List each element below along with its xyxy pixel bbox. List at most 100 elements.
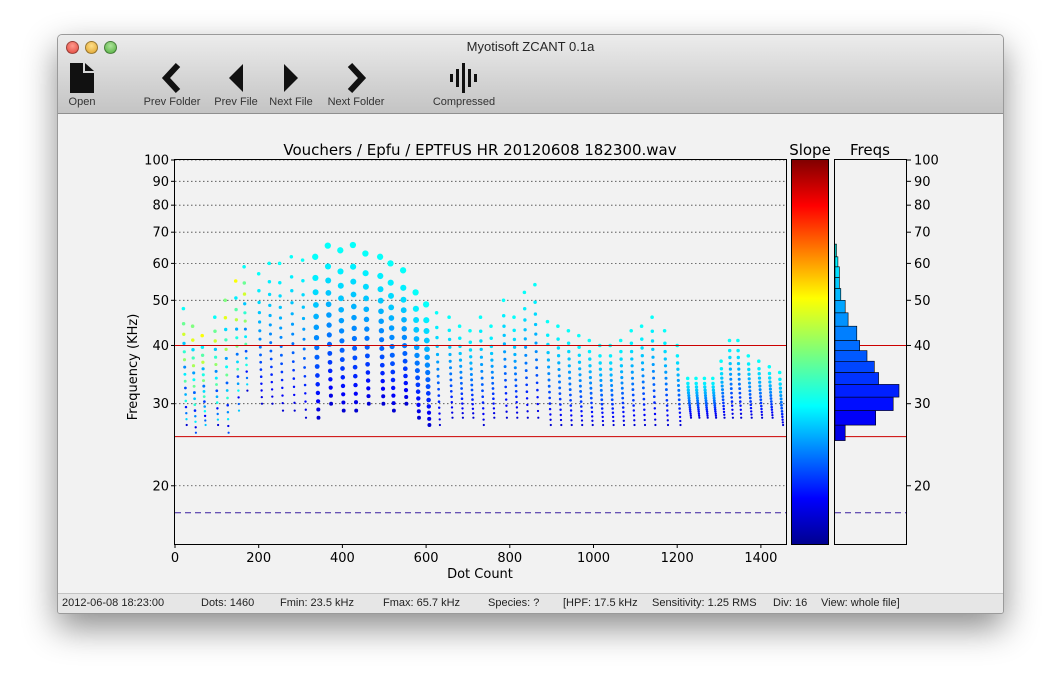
y-tick-label: 20 bbox=[152, 479, 169, 494]
scatter-dot bbox=[491, 381, 495, 385]
scatter-dot bbox=[746, 354, 751, 358]
scatter-dot bbox=[468, 348, 473, 352]
scatter-dot bbox=[281, 386, 284, 390]
scatter-dot bbox=[470, 388, 474, 392]
scatter-dot bbox=[328, 393, 333, 398]
scatter-dot bbox=[558, 397, 562, 401]
scatter-dot bbox=[215, 395, 219, 399]
scatter-dot bbox=[640, 337, 644, 341]
scatter-dot bbox=[665, 404, 669, 407]
scatter-dot bbox=[479, 339, 483, 343]
scatter-dot bbox=[705, 410, 709, 413]
scatter-dot bbox=[337, 268, 344, 275]
histogram-bar bbox=[834, 288, 842, 301]
scatter-dot bbox=[547, 372, 551, 376]
scatter-dot bbox=[435, 352, 440, 357]
scatter-dot bbox=[490, 370, 494, 374]
slope-title: Slope bbox=[789, 141, 831, 159]
scatter-dot bbox=[492, 407, 496, 410]
y-tick-label: 70 bbox=[152, 226, 169, 241]
scatter-dot bbox=[611, 415, 615, 419]
scatter-dot bbox=[492, 411, 496, 415]
scatter-dot bbox=[689, 412, 692, 415]
scatter-dot bbox=[620, 376, 624, 380]
scatter-dot bbox=[549, 418, 552, 421]
scatter-dot bbox=[471, 403, 474, 406]
scatter-dot bbox=[491, 376, 494, 380]
plot-canvas[interactable]: Vouchers / Epfu / EPTFUS HR 20120608 182… bbox=[58, 114, 1003, 593]
scatter-dot bbox=[750, 410, 753, 413]
scatter-dot bbox=[599, 383, 603, 388]
scatter-dot bbox=[450, 400, 454, 404]
scatter-dot bbox=[202, 384, 206, 388]
scatter-dot bbox=[731, 412, 734, 415]
scatter-dot bbox=[514, 384, 518, 388]
scatter-dot bbox=[414, 368, 420, 374]
scatter-dot bbox=[280, 378, 284, 382]
scatter-dot bbox=[758, 384, 762, 388]
scatter-dot bbox=[194, 420, 197, 423]
prev-file-button[interactable]: Prev File bbox=[212, 61, 260, 109]
scatter-dot bbox=[522, 290, 527, 295]
scatter-dot bbox=[588, 376, 592, 380]
plot-frame bbox=[174, 159, 787, 545]
y-tick-label-right: 30 bbox=[914, 397, 931, 412]
scatter-dot bbox=[362, 283, 369, 290]
scatter-dot bbox=[424, 354, 430, 361]
scatter-dot bbox=[447, 315, 451, 319]
scatter-dot bbox=[327, 350, 333, 356]
scatter-dot bbox=[547, 384, 551, 388]
scatter-dot bbox=[338, 328, 345, 334]
scatter-dot bbox=[201, 360, 205, 364]
scatter-dot bbox=[213, 347, 218, 352]
scatter-dot bbox=[642, 392, 645, 395]
scatter-dot bbox=[721, 395, 725, 398]
scatter-dot bbox=[202, 389, 206, 393]
scatter-dot bbox=[438, 423, 441, 427]
scatter-dot bbox=[324, 263, 332, 270]
scatter-dot bbox=[377, 286, 384, 293]
scatter-dot bbox=[771, 416, 774, 419]
next-folder-button[interactable]: Next Folder bbox=[324, 61, 388, 109]
prev-folder-button[interactable]: Prev Folder bbox=[142, 61, 202, 109]
scatter-dot bbox=[505, 410, 508, 413]
scatter-dot bbox=[201, 373, 205, 377]
scatter-dot bbox=[630, 364, 634, 368]
scatter-dot bbox=[664, 370, 668, 374]
scatter-dot bbox=[461, 411, 464, 415]
scatter-dot bbox=[526, 416, 529, 419]
scatter-dot bbox=[760, 407, 763, 411]
scatter-dot bbox=[181, 322, 186, 326]
scatter-dot bbox=[480, 369, 484, 373]
waveform-icon bbox=[450, 63, 477, 93]
scatter-dot bbox=[609, 367, 613, 371]
scatter-dot bbox=[706, 412, 709, 415]
scatter-dot bbox=[591, 415, 594, 418]
scatter-dot bbox=[436, 360, 440, 364]
scatter-dot bbox=[244, 335, 248, 339]
scatter-dot bbox=[267, 261, 271, 266]
compressed-button[interactable]: Compressed bbox=[430, 61, 498, 109]
scatter-dot bbox=[782, 423, 785, 427]
x-tick-label: 0 bbox=[171, 551, 179, 566]
scatter-dot bbox=[578, 367, 582, 371]
scatter-dot bbox=[350, 291, 357, 298]
scatter-dot bbox=[736, 338, 740, 343]
scatter-dot bbox=[570, 414, 573, 417]
scatter-dot bbox=[591, 419, 594, 422]
scatter-dot bbox=[325, 301, 332, 308]
next-file-button[interactable]: Next File bbox=[267, 61, 315, 109]
scatter-dot bbox=[289, 255, 294, 259]
scatter-dot bbox=[557, 361, 561, 365]
scatter-dot bbox=[568, 388, 572, 392]
scatter-dot bbox=[620, 381, 624, 385]
open-button[interactable]: Open bbox=[64, 61, 100, 109]
scatter-dot bbox=[302, 327, 306, 331]
scatter-dot bbox=[663, 357, 667, 361]
scatter-dot bbox=[748, 396, 752, 400]
scatter-dot bbox=[387, 279, 394, 286]
next-file-label: Next File bbox=[269, 96, 313, 108]
scatter-dot bbox=[578, 373, 582, 377]
scatter-dot bbox=[204, 423, 207, 427]
scatter-dot bbox=[722, 401, 725, 405]
